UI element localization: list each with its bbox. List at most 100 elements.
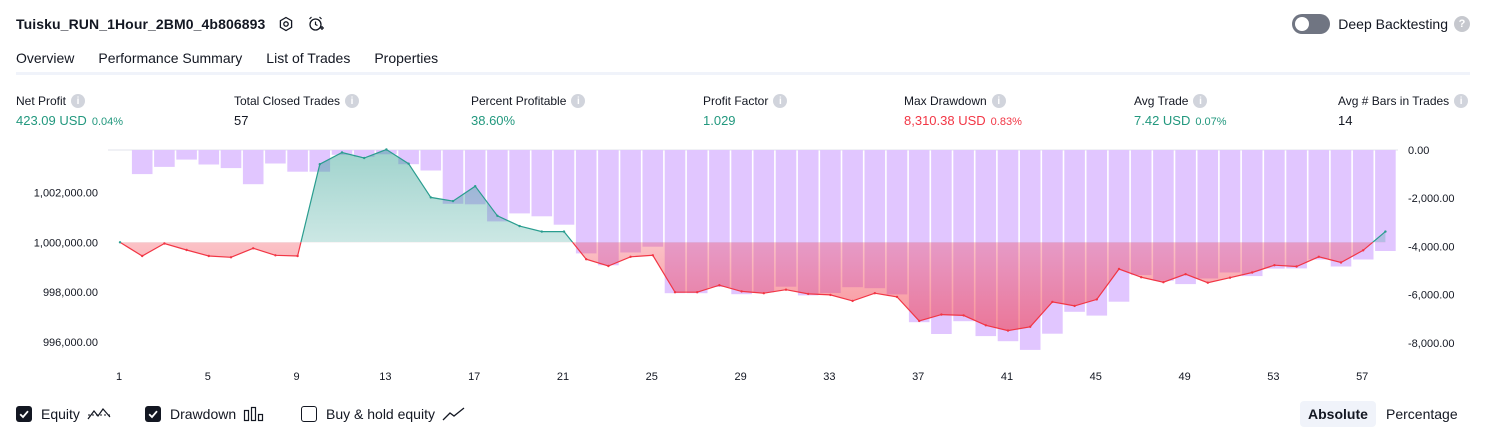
drawdown-checkbox[interactable] bbox=[145, 406, 161, 422]
equity-point bbox=[1362, 249, 1365, 252]
equity-point bbox=[252, 247, 255, 250]
equity-drawdown-chart[interactable]: 1,002,000.00 1,000,000.00 998,000.00 996,00… bbox=[0, 140, 1486, 395]
max-drawdown-label: Max Drawdown bbox=[904, 94, 987, 108]
add-alert-icon[interactable] bbox=[307, 15, 325, 33]
info-icon[interactable]: i bbox=[773, 94, 788, 108]
avg-trade-value: 7.42 USD bbox=[1134, 113, 1191, 128]
equity-point bbox=[163, 242, 166, 245]
info-icon[interactable]: i bbox=[1193, 94, 1208, 108]
equity-point bbox=[1206, 281, 1210, 284]
metric-max-drawdown: Max Drawdown i 8,310.38 USD 0.83% bbox=[904, 93, 1022, 128]
tab-list-of-trades[interactable]: List of Trades bbox=[266, 44, 350, 75]
x-axis-tick-label: 53 bbox=[1267, 371, 1279, 383]
equity-point bbox=[873, 292, 876, 295]
profit-factor-value: 1.029 bbox=[703, 113, 736, 128]
equity-point bbox=[496, 214, 499, 217]
drawdown-bars-icon bbox=[243, 406, 265, 422]
total-closed-trades-value: 57 bbox=[234, 113, 249, 128]
drawdown-bar bbox=[131, 150, 153, 175]
equity-point bbox=[784, 288, 788, 291]
header: Tuisku_RUN_1Hour_2BM0_4b806893 bbox=[16, 13, 325, 35]
equity-point bbox=[1162, 281, 1165, 284]
equity-point bbox=[1184, 273, 1187, 276]
right-axis-tick-label: -8,000.00 bbox=[1408, 338, 1454, 350]
buy-hold-checkbox[interactable] bbox=[301, 406, 317, 422]
equity-point bbox=[185, 248, 188, 252]
tab-performance-summary[interactable]: Performance Summary bbox=[98, 44, 242, 75]
x-axis-tick-label: 29 bbox=[734, 371, 746, 383]
equity-point bbox=[984, 324, 987, 327]
equity-point bbox=[762, 292, 765, 295]
drawdown-bar bbox=[176, 150, 197, 160]
deep-backtesting-toggle[interactable] bbox=[1292, 14, 1331, 34]
x-axis-tick-label: 1 bbox=[116, 371, 122, 383]
settings-icon[interactable] bbox=[277, 15, 295, 33]
left-axis-tick-label: 996,000.00 bbox=[43, 337, 98, 349]
metric-avg-trade: Avg Trade i 7.42 USD 0.07% bbox=[1134, 93, 1227, 128]
info-icon[interactable]: i bbox=[1454, 94, 1469, 108]
equity-point bbox=[895, 295, 899, 299]
absolute-button[interactable]: Absolute bbox=[1300, 401, 1376, 427]
equity-point bbox=[340, 151, 344, 154]
help-icon[interactable]: ? bbox=[1454, 16, 1470, 32]
equity-point bbox=[318, 163, 321, 166]
strategy-title: Tuisku_RUN_1Hour_2BM0_4b806893 bbox=[16, 16, 266, 32]
equity-point bbox=[1384, 230, 1387, 233]
buy-hold-line-icon bbox=[442, 406, 466, 422]
right-axis-tick-label: -2,000.00 bbox=[1408, 193, 1454, 205]
legend-equity[interactable]: Equity bbox=[16, 403, 111, 425]
metric-profit-factor: Profit Factor i 1.029 bbox=[703, 93, 788, 128]
equity-checkbox[interactable] bbox=[16, 406, 32, 422]
drawdown-bar bbox=[242, 150, 264, 185]
equity-point bbox=[629, 255, 632, 258]
percentage-button[interactable]: Percentage bbox=[1378, 401, 1466, 427]
drawdown-bar bbox=[620, 150, 641, 253]
equity-point bbox=[651, 254, 654, 257]
info-icon[interactable]: i bbox=[71, 94, 86, 108]
metric-total-closed-trades: Total Closed Trades i 57 bbox=[234, 93, 360, 128]
equity-point bbox=[718, 284, 721, 287]
avg-trade-pct: 0.07% bbox=[1195, 116, 1227, 128]
equity-point bbox=[1073, 304, 1076, 308]
drawdown-bar bbox=[553, 150, 575, 225]
x-axis-tick-label: 57 bbox=[1356, 371, 1368, 383]
tab-properties[interactable]: Properties bbox=[374, 44, 438, 75]
avg-bars-value: 14 bbox=[1338, 113, 1353, 128]
equity-point bbox=[385, 148, 388, 151]
equity-point bbox=[296, 254, 299, 258]
tab-bar: Overview Performance Summary List of Tra… bbox=[16, 44, 462, 75]
x-axis-tick-label: 25 bbox=[646, 371, 658, 383]
net-profit-pct: 0.04% bbox=[91, 116, 124, 128]
net-profit-value: 423.09 USD bbox=[16, 113, 87, 128]
equity-label: Equity bbox=[41, 406, 80, 422]
equity-point bbox=[1228, 276, 1232, 279]
info-icon[interactable]: i bbox=[571, 94, 586, 108]
equity-point bbox=[1273, 264, 1276, 267]
x-axis-tick-label: 49 bbox=[1178, 371, 1190, 383]
right-axis-tick-label: 0.00 bbox=[1408, 145, 1429, 157]
info-icon[interactable]: i bbox=[991, 94, 1006, 108]
equity-point bbox=[918, 319, 921, 323]
legend-buy-hold[interactable]: Buy & hold equity bbox=[301, 403, 466, 425]
equity-point bbox=[429, 196, 432, 199]
equity-point bbox=[363, 156, 366, 160]
legend-drawdown[interactable]: Drawdown bbox=[145, 403, 265, 425]
deep-backtesting: Deep Backtesting ? bbox=[1292, 13, 1470, 35]
tab-overview[interactable]: Overview bbox=[16, 44, 75, 75]
equity-point bbox=[407, 162, 410, 165]
x-axis-tick-label: 21 bbox=[557, 371, 569, 383]
equity-point bbox=[962, 314, 965, 317]
drawdown-bar bbox=[420, 150, 442, 171]
max-drawdown-value: 8,310.38 USD bbox=[904, 113, 986, 128]
equity-point bbox=[1095, 298, 1099, 301]
equity-point bbox=[740, 290, 743, 293]
left-axis-tick-label: 1,000,000.00 bbox=[34, 237, 98, 249]
equity-point bbox=[1251, 271, 1254, 274]
equity-point bbox=[207, 254, 210, 258]
equity-point bbox=[851, 299, 854, 303]
equity-point bbox=[540, 230, 543, 233]
info-icon[interactable]: i bbox=[345, 94, 360, 108]
drawdown-bar bbox=[220, 150, 242, 169]
equity-point bbox=[1317, 255, 1321, 258]
equity-point bbox=[118, 241, 122, 244]
